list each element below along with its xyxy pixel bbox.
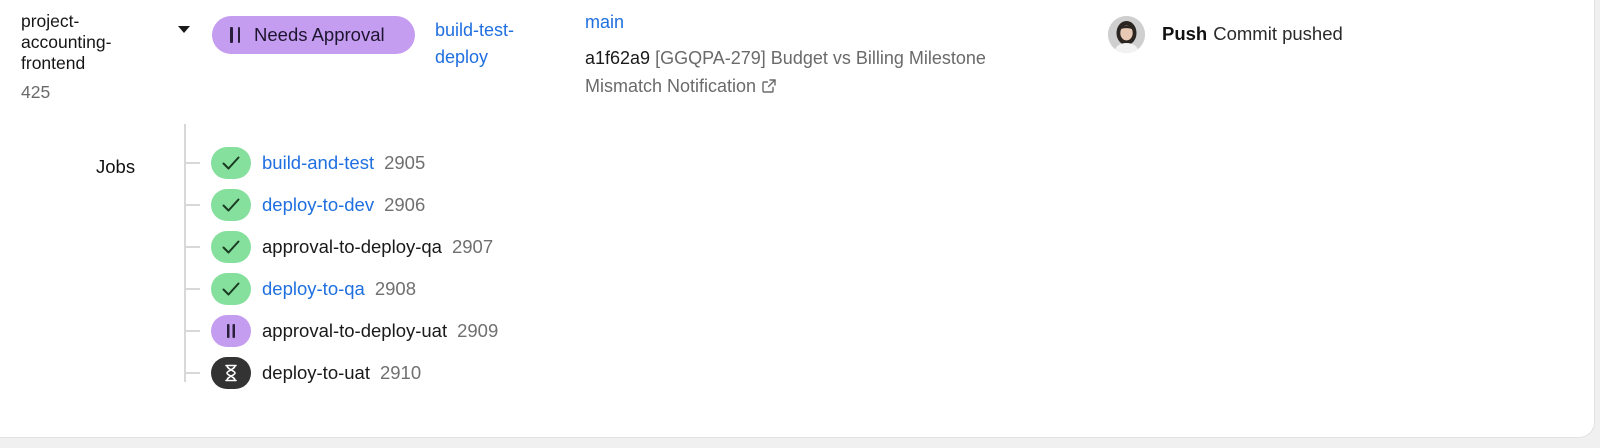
pipeline-number: 425 — [21, 82, 51, 102]
pause-icon — [227, 324, 235, 338]
job-number: 2905 — [384, 152, 426, 173]
job-row: approval-to-deploy-qa 2907 — [184, 231, 493, 263]
job-name: deploy-to-uat — [262, 362, 370, 383]
tree-connector — [184, 204, 200, 206]
jobs-label: Jobs — [96, 156, 136, 177]
tree-connector — [184, 372, 200, 374]
pipeline-card: project-accounting-frontend 425 Needs Ap… — [0, 0, 1595, 438]
avatar[interactable] — [1108, 16, 1145, 53]
hourglass-icon — [225, 364, 237, 382]
trigger-text: Commit pushed — [1213, 23, 1343, 44]
tree-connector — [184, 330, 200, 332]
on-hold-status-badge[interactable] — [211, 315, 251, 347]
checkmark-icon — [222, 156, 240, 170]
checkmark-icon — [222, 240, 240, 254]
tree-connector — [184, 246, 200, 248]
tree-connector — [184, 288, 200, 290]
job-number: 2906 — [384, 194, 426, 215]
project-cell: project-accounting-frontend 425 — [21, 11, 151, 103]
job-name: approval-to-deploy-uat — [262, 320, 448, 341]
status-badge[interactable]: Needs Approval — [212, 16, 415, 54]
success-status-badge[interactable] — [211, 231, 251, 263]
workflow-link[interactable]: build-test-deploy — [435, 17, 555, 71]
checkmark-icon — [222, 198, 240, 212]
job-row: approval-to-deploy-uat 2909 — [184, 315, 498, 347]
job-row: deploy-to-qa 2908 — [184, 273, 416, 305]
project-name[interactable]: project-accounting-frontend — [21, 11, 139, 74]
job-name[interactable]: deploy-to-dev — [262, 194, 374, 216]
job-name[interactable]: build-and-test — [262, 152, 374, 174]
checkmark-icon — [222, 282, 240, 296]
job-name[interactable]: deploy-to-qa — [262, 278, 365, 300]
queued-status-badge[interactable] — [211, 357, 251, 389]
status-label: Needs Approval — [254, 24, 385, 45]
job-row: deploy-to-dev 2906 — [184, 189, 425, 221]
commit-sha[interactable]: a1f62a9 — [585, 48, 650, 68]
success-status-badge[interactable] — [211, 189, 251, 221]
pause-icon — [230, 27, 240, 43]
job-number: 2908 — [374, 278, 416, 299]
trigger-info: Push Commit pushed — [1162, 23, 1343, 45]
commit-info: a1f62a9 [GGQPA-279] Budget vs Billing Mi… — [585, 44, 1055, 100]
job-name: approval-to-deploy-qa — [262, 236, 442, 257]
branch-link[interactable]: main — [585, 12, 624, 33]
chevron-down-icon[interactable] — [178, 26, 190, 33]
job-row: build-and-test 2905 — [184, 147, 425, 179]
trigger-type: Push — [1162, 23, 1208, 44]
success-status-badge[interactable] — [211, 147, 251, 179]
job-row: deploy-to-uat 2910 — [184, 357, 421, 389]
job-number: 2909 — [457, 320, 499, 341]
tree-connector — [184, 162, 200, 164]
success-status-badge[interactable] — [211, 273, 251, 305]
external-link-icon[interactable] — [761, 78, 777, 94]
job-number: 2907 — [451, 236, 494, 257]
job-number: 2910 — [379, 362, 422, 383]
